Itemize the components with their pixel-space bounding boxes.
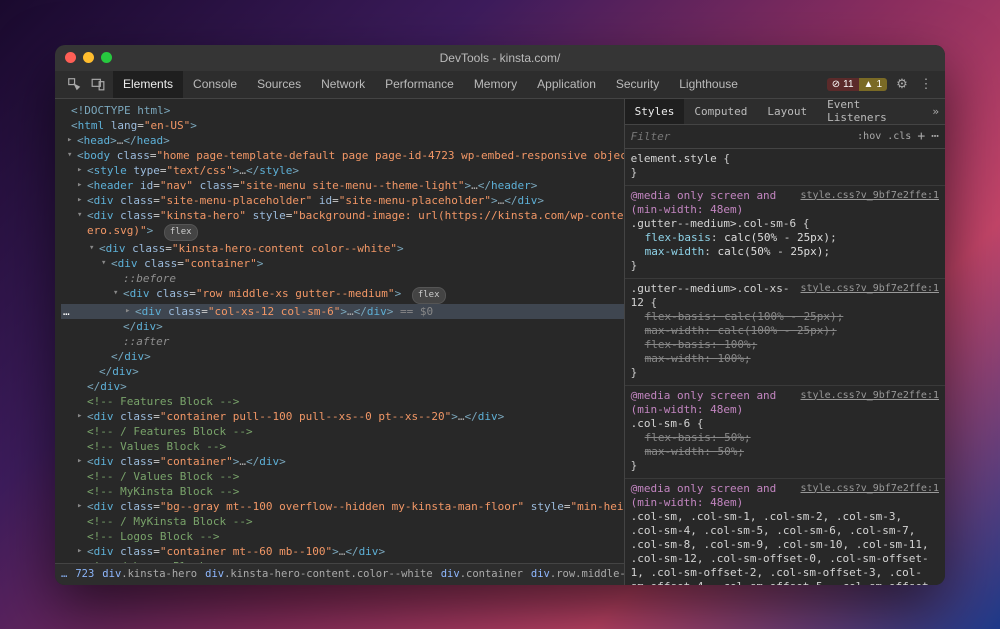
tab-memory[interactable]: Memory: [464, 71, 527, 98]
tab-lighthouse[interactable]: Lighthouse: [669, 71, 748, 98]
main-tabs: ElementsConsoleSourcesNetworkPerformance…: [113, 71, 748, 98]
styles-submenu-icon[interactable]: ⋯: [931, 129, 939, 144]
tab-application[interactable]: Application: [527, 71, 606, 98]
dom-node[interactable]: ▾<body class="home page-template-default…: [61, 148, 624, 163]
tab-security[interactable]: Security: [606, 71, 669, 98]
dom-node[interactable]: ▸<style type="text/css">…</style>: [61, 163, 624, 178]
dom-node[interactable]: ▸<div class="container mt--60 mb--100">……: [61, 544, 624, 559]
dom-node[interactable]: ▾<div class="kinsta-hero" style="backgro…: [61, 208, 624, 223]
dom-node[interactable]: ▸<div class="col-xs-12 col-sm-6">…</div>…: [61, 304, 624, 319]
disclosure-icon[interactable]: ▾: [101, 256, 106, 271]
breadcrumb-item[interactable]: div.container: [441, 567, 523, 582]
dom-node[interactable]: <!-- / Values Block -->: [61, 469, 624, 484]
style-rule[interactable]: element.style {}: [625, 149, 945, 186]
disclosure-icon[interactable]: ▾: [77, 208, 82, 223]
style-rule[interactable]: style.css?v_9bf7e2ffe:1@media only scree…: [625, 479, 945, 585]
tab-sources[interactable]: Sources: [247, 71, 311, 98]
dom-node[interactable]: <!-- Values Block -->: [61, 439, 624, 454]
breadcrumb-item[interactable]: div.kinsta-hero: [102, 567, 197, 582]
tab-network[interactable]: Network: [311, 71, 375, 98]
dom-node[interactable]: ▸<div class="site-menu-placeholder" id="…: [61, 193, 624, 208]
disclosure-icon[interactable]: ▸: [77, 178, 82, 193]
dom-node[interactable]: </div>: [61, 319, 624, 334]
styles-filter-input[interactable]: [631, 130, 852, 143]
style-rule[interactable]: style.css?v_9bf7e2ffe:1@media only scree…: [625, 386, 945, 479]
dom-tree[interactable]: <!DOCTYPE html><html lang="en-US">▸<head…: [55, 99, 624, 563]
dom-node[interactable]: <!-- / Logos Block -->: [61, 559, 624, 563]
dom-node[interactable]: ▸<div class="container pull--100 pull--x…: [61, 409, 624, 424]
error-icon: ⊘: [832, 79, 840, 90]
source-link[interactable]: style.css?v_9bf7e2ffe:1: [801, 389, 939, 403]
dom-node[interactable]: <!-- MyKinsta Block -->: [61, 484, 624, 499]
styles-tabs: StylesComputedLayoutEvent Listeners»: [625, 99, 945, 125]
tab-performance[interactable]: Performance: [375, 71, 464, 98]
disclosure-icon[interactable]: ▸: [77, 544, 82, 559]
main-tabbar: ElementsConsoleSourcesNetworkPerformance…: [55, 71, 945, 99]
source-link[interactable]: style.css?v_9bf7e2ffe:1: [801, 482, 939, 496]
dom-node[interactable]: ▸<head>…</head>: [61, 133, 624, 148]
style-rule[interactable]: style.css?v_9bf7e2ffe:1.gutter--medium>.…: [625, 279, 945, 386]
styles-tab-computed[interactable]: Computed: [684, 99, 757, 124]
dom-node[interactable]: <!-- / MyKinsta Block -->: [61, 514, 624, 529]
gear-icon[interactable]: ⚙: [893, 76, 911, 92]
dom-node[interactable]: ▸<div class="container">…</div>: [61, 454, 624, 469]
dom-node[interactable]: ▾<div class="kinsta-hero-content color--…: [61, 241, 624, 256]
source-link[interactable]: style.css?v_9bf7e2ffe:1: [801, 282, 939, 296]
styles-tab-event-listeners[interactable]: Event Listeners: [817, 99, 926, 124]
devtools-window: DevTools - kinsta.com/ ElementsConsoleSo…: [55, 45, 945, 585]
disclosure-icon[interactable]: ▾: [113, 286, 118, 301]
styles-tab-layout[interactable]: Layout: [757, 99, 817, 124]
warning-icon: ▲: [864, 79, 874, 90]
window-title: DevTools - kinsta.com/: [55, 51, 945, 65]
disclosure-icon[interactable]: ▸: [77, 454, 82, 469]
tab-console[interactable]: Console: [183, 71, 247, 98]
disclosure-icon[interactable]: ▸: [67, 133, 72, 148]
breadcrumb-item[interactable]: div.row.middle-xs.gutter--medium: [531, 567, 624, 582]
dom-node[interactable]: <!-- Logos Block -->: [61, 529, 624, 544]
breadcrumbs[interactable]: … 723 div.kinsta-hero div.kinsta-hero-co…: [55, 563, 624, 585]
styles-panel: StylesComputedLayoutEvent Listeners» :ho…: [625, 99, 945, 585]
disclosure-icon[interactable]: ▸: [77, 193, 82, 208]
dom-node[interactable]: <!-- Features Block -->: [61, 394, 624, 409]
dom-node[interactable]: <html lang="en-US">: [61, 118, 624, 133]
styles-rules[interactable]: element.style {}style.css?v_9bf7e2ffe:1@…: [625, 149, 945, 585]
tab-elements[interactable]: Elements: [113, 71, 183, 98]
source-link[interactable]: style.css?v_9bf7e2ffe:1: [801, 189, 939, 203]
disclosure-icon[interactable]: ▸: [77, 409, 82, 424]
styles-tabs-overflow-icon[interactable]: »: [926, 99, 945, 124]
breadcrumb-item[interactable]: 723: [75, 567, 94, 582]
style-rule[interactable]: style.css?v_9bf7e2ffe:1@media only scree…: [625, 186, 945, 279]
dom-node[interactable]: <!DOCTYPE html>: [61, 103, 624, 118]
dom-node[interactable]: ▸<header id="nav" class="site-menu site-…: [61, 178, 624, 193]
dom-node[interactable]: </div>: [61, 379, 624, 394]
styles-tab-styles[interactable]: Styles: [625, 99, 685, 124]
breadcrumb-item[interactable]: …: [61, 567, 67, 582]
dom-panel: <!DOCTYPE html><html lang="en-US">▸<head…: [55, 99, 625, 585]
dom-node[interactable]: <!-- / Features Block -->: [61, 424, 624, 439]
disclosure-icon[interactable]: ▾: [67, 148, 72, 163]
inspect-icon[interactable]: [65, 75, 83, 93]
disclosure-icon[interactable]: ▸: [125, 304, 130, 319]
more-icon[interactable]: ⋮: [917, 76, 935, 92]
cls-toggle[interactable]: .cls: [887, 131, 911, 142]
disclosure-icon[interactable]: ▸: [77, 499, 82, 514]
styles-filter-row: :hov .cls + ⋯: [625, 125, 945, 149]
content-area: <!DOCTYPE html><html lang="en-US">▸<head…: [55, 99, 945, 585]
dom-node[interactable]: ::before: [61, 271, 624, 286]
breadcrumb-item[interactable]: div.kinsta-hero-content.color--white: [205, 567, 433, 582]
dom-node[interactable]: ero.svg)"> flex: [61, 223, 624, 241]
disclosure-icon[interactable]: ▸: [77, 163, 82, 178]
issues-badge[interactable]: ⊘11 ▲1: [827, 78, 887, 91]
window-titlebar: DevTools - kinsta.com/: [55, 45, 945, 71]
device-mode-icon[interactable]: [89, 75, 107, 93]
dom-node[interactable]: </div>: [61, 349, 624, 364]
dom-node[interactable]: ▸<div class="bg--gray mt--100 overflow--…: [61, 499, 624, 514]
new-style-icon[interactable]: +: [917, 129, 925, 144]
dom-node[interactable]: ▾<div class="row middle-xs gutter--mediu…: [61, 286, 624, 304]
disclosure-icon[interactable]: ▾: [89, 241, 94, 256]
dom-node[interactable]: ::after: [61, 334, 624, 349]
dom-node[interactable]: ▾<div class="container">: [61, 256, 624, 271]
dom-node[interactable]: </div>: [61, 364, 624, 379]
hov-toggle[interactable]: :hov: [857, 131, 881, 142]
